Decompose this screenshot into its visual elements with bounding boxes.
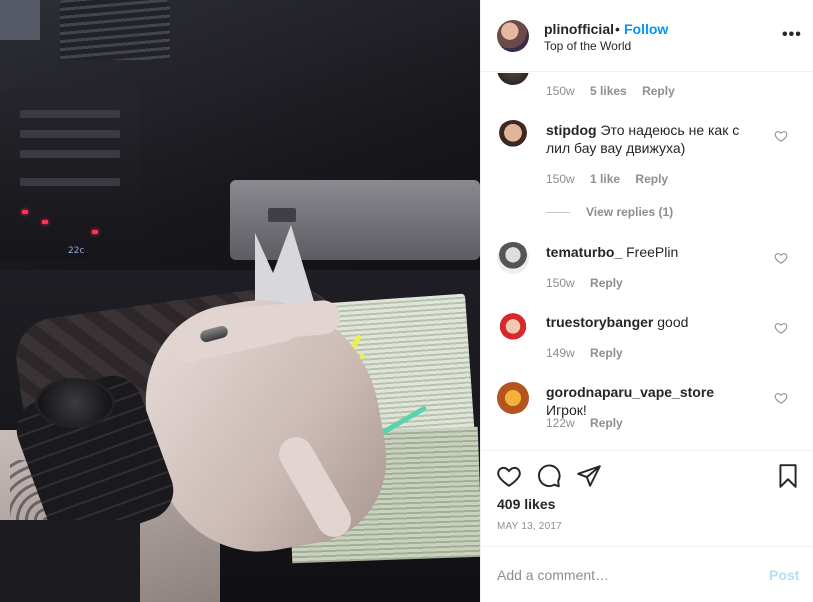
like-comment-heart-icon[interactable]: [774, 391, 788, 405]
console-button-row: [20, 110, 120, 118]
post-photo[interactable]: 22c: [0, 0, 480, 602]
console-led: [22, 210, 28, 214]
post-actions: 409 likes MAY 13, 2017: [481, 450, 813, 545]
comment-age: 150w: [546, 276, 575, 290]
like-comment-heart-icon[interactable]: [774, 129, 788, 143]
comment-likes[interactable]: 5 likes: [590, 84, 627, 98]
center-console: [0, 90, 140, 260]
nav-screen: [0, 0, 40, 40]
post-comment-button[interactable]: Post: [769, 567, 799, 583]
post-location[interactable]: Top of the World: [544, 39, 631, 53]
comment-age: 150w: [546, 172, 575, 186]
comment-text: gorodnaparu_vape_store Игрок!: [546, 383, 756, 419]
more-options-icon[interactable]: •••: [782, 26, 802, 44]
console-button-row: [20, 150, 120, 158]
comment-username[interactable]: stipdog: [546, 122, 597, 138]
save-bookmark-icon[interactable]: [775, 463, 801, 489]
dashboard-temperature: 22c: [68, 246, 85, 256]
wristwatch-face: [35, 378, 115, 428]
comment-text: stipdog Это надеюсь не как с лил бау вау…: [546, 121, 756, 157]
comment-username[interactable]: truestorybanger: [546, 314, 653, 330]
reply-button[interactable]: Reply: [635, 172, 668, 186]
reply-button[interactable]: Reply: [642, 84, 675, 98]
comment-body: FreePlin: [626, 244, 679, 260]
comment-meta: 150w 1 like Reply: [546, 172, 680, 186]
air-vent: [60, 0, 170, 60]
view-replies-label[interactable]: View replies (1): [586, 205, 673, 219]
separator-dot: •: [615, 21, 620, 37]
comment-input[interactable]: [497, 565, 747, 585]
comment-bubble-icon[interactable]: [536, 463, 562, 489]
comment-body: good: [657, 314, 689, 330]
comment-text: tematurbo_ FreePlin: [546, 243, 756, 261]
console-button-row: [20, 178, 120, 186]
comment-meta: 150w 5 likes Reply: [546, 84, 687, 98]
comment-avatar[interactable]: [497, 120, 529, 152]
profile-avatar[interactable]: [497, 20, 529, 52]
like-comment-heart-icon[interactable]: [774, 321, 788, 335]
console-led: [92, 230, 98, 234]
reply-button[interactable]: Reply: [590, 346, 623, 360]
console-led: [42, 220, 48, 224]
comment-age: 122w: [546, 416, 575, 430]
comment-username[interactable]: tematurbo_: [546, 244, 622, 260]
reply-button[interactable]: Reply: [590, 416, 623, 430]
add-comment-bar: Post: [481, 546, 813, 602]
view-replies-button[interactable]: View replies (1): [546, 205, 673, 219]
comment-text: truestorybanger good: [546, 313, 756, 331]
comment-likes[interactable]: 1 like: [590, 172, 620, 186]
sleeve: [0, 520, 140, 602]
console-button-row: [20, 130, 120, 138]
comment-meta: 150w Reply: [546, 276, 635, 290]
glovebox-handle: [268, 208, 296, 222]
comment-age: 150w: [546, 84, 575, 98]
comments-list[interactable]: 150w 5 likes Reply stipdog Это надеюсь н…: [481, 73, 813, 450]
share-send-icon[interactable]: [576, 463, 602, 489]
reply-button[interactable]: Reply: [590, 276, 623, 290]
comment-meta: 149w Reply: [546, 346, 635, 360]
likes-count[interactable]: 409 likes: [497, 496, 555, 512]
post-header: plinofficial • Follow Top of the World •…: [481, 0, 813, 72]
view-replies-line: [546, 212, 570, 214]
comment-age: 149w: [546, 346, 575, 360]
post-sidebar: plinofficial • Follow Top of the World •…: [480, 0, 813, 602]
post-username[interactable]: plinofficial: [544, 21, 614, 37]
like-heart-icon[interactable]: [496, 463, 522, 489]
comment-avatar[interactable]: [497, 312, 529, 344]
comment-username[interactable]: gorodnaparu_vape_store: [546, 384, 714, 400]
follow-button[interactable]: Follow: [624, 21, 668, 37]
comment-avatar[interactable]: [497, 73, 529, 85]
comment-avatar[interactable]: [497, 382, 529, 414]
like-comment-heart-icon[interactable]: [774, 251, 788, 265]
post-date: MAY 13, 2017: [497, 521, 562, 532]
comment-avatar[interactable]: [497, 242, 529, 274]
comment-meta: 122w Reply: [546, 416, 635, 430]
